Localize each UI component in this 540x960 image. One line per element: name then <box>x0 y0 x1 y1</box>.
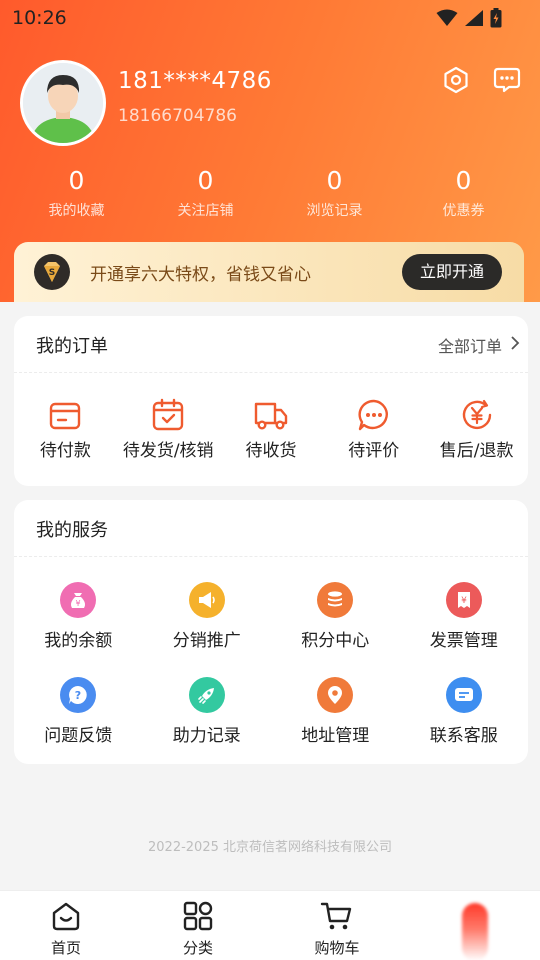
order-label: 待评价 <box>348 441 400 461</box>
vip-diamond-icon: S <box>34 254 70 290</box>
service-label: 发票管理 <box>429 631 498 651</box>
services-card: 我的服务 ¥ 我的余额 分销推广 积分中心 ¥ 发票管理 ? 问题反馈 助力记录 <box>14 500 528 764</box>
service-balance[interactable]: ¥ 我的余额 <box>14 582 143 651</box>
svg-text:¥: ¥ <box>76 599 81 608</box>
tab-home[interactable]: 首页 <box>21 901 111 958</box>
stat-label: 我的收藏 <box>48 203 105 219</box>
tab-label: 分类 <box>182 939 213 957</box>
bottom-tab-bar: 首页 分类 购物车 <box>0 890 540 960</box>
all-orders-link[interactable]: 全部订单 <box>437 333 520 357</box>
yen-refund-icon <box>462 399 491 430</box>
wifi-icon <box>436 9 458 26</box>
location-pin-icon <box>317 677 354 713</box>
order-label: 售后/退款 <box>439 441 514 461</box>
service-promotion[interactable]: 分销推广 <box>143 582 272 651</box>
stat-label: 优惠券 <box>442 203 485 219</box>
tab-label: 购物车 <box>314 939 360 957</box>
money-bag-icon: ¥ <box>60 582 97 618</box>
service-address[interactable]: 地址管理 <box>271 677 400 746</box>
stat-value: 0 <box>197 166 214 195</box>
vip-banner[interactable]: S 开通享六大特权，省钱又省心 立即开通 <box>14 242 524 302</box>
tab-category[interactable]: 分类 <box>153 901 243 958</box>
message-icon[interactable] <box>493 66 521 94</box>
tab-mine-indicator[interactable] <box>462 903 488 960</box>
services-grid: ¥ 我的余额 分销推广 积分中心 ¥ 发票管理 ? 问题反馈 助力记录 地址管理 <box>14 582 528 746</box>
order-pending-review[interactable]: 待评价 <box>322 396 425 461</box>
stat-value: 0 <box>326 166 343 195</box>
invoice-icon: ¥ <box>445 582 482 618</box>
service-invoice[interactable]: ¥ 发票管理 <box>400 582 529 651</box>
service-label: 助力记录 <box>172 726 241 746</box>
service-feedback[interactable]: ? 问题反馈 <box>14 677 143 746</box>
chat-dots-icon <box>358 399 388 431</box>
stat-browse-history[interactable]: 0 浏览记录 <box>270 166 399 220</box>
service-points[interactable]: 积分中心 <box>271 582 400 651</box>
status-bar: 10:26 <box>0 0 540 36</box>
order-pending-receipt[interactable]: 待收货 <box>220 396 323 461</box>
order-label: 待发货/核销 <box>122 441 214 461</box>
stat-label: 浏览记录 <box>306 203 363 219</box>
status-icons <box>436 8 502 28</box>
vip-promo-text: 开通享六大特权，省钱又省心 <box>90 265 311 285</box>
order-pending-shipment[interactable]: 待发货/核销 <box>117 396 220 461</box>
user-avatar-icon <box>23 63 103 143</box>
settings-icon[interactable] <box>442 66 470 94</box>
stat-value: 0 <box>68 166 85 195</box>
service-label: 地址管理 <box>301 726 370 746</box>
category-icon <box>183 901 213 931</box>
all-orders-label: 全部订单 <box>437 337 502 356</box>
copyright-text: 2022-2025 北京荷信茗网络科技有限公司 <box>148 840 392 855</box>
stats-row: 0 我的收藏 0 关注店铺 0 浏览记录 0 优惠券 <box>12 166 528 220</box>
service-label: 联系客服 <box>429 726 498 746</box>
svg-text:?: ? <box>75 689 81 702</box>
signal-icon <box>465 10 483 26</box>
chat-card-icon <box>445 677 482 713</box>
stat-value: 0 <box>455 166 472 195</box>
status-time: 10:26 <box>12 7 67 29</box>
order-pending-payment[interactable]: 待付款 <box>14 396 117 461</box>
user-phone-masked: 181****4786 <box>118 68 272 94</box>
order-status-row: 待付款 待发货/核销 待收货 待评价 售后/退款 <box>14 396 528 461</box>
chevron-right-icon <box>511 336 520 350</box>
stat-favorites[interactable]: 0 我的收藏 <box>12 166 141 220</box>
card-divider <box>14 372 528 373</box>
service-label: 分销推广 <box>172 631 241 651</box>
tab-cart[interactable]: 购物车 <box>292 901 382 958</box>
question-icon: ? <box>60 677 97 713</box>
card-divider <box>14 556 528 557</box>
avatar[interactable] <box>20 60 106 146</box>
service-label: 问题反馈 <box>44 726 113 746</box>
order-label: 待收货 <box>245 441 297 461</box>
home-icon <box>52 902 80 931</box>
svg-text:¥: ¥ <box>461 596 467 606</box>
coins-icon <box>317 582 354 618</box>
stat-label: 关注店铺 <box>177 203 234 219</box>
service-label: 积分中心 <box>301 631 370 651</box>
orders-title: 我的订单 <box>36 336 108 357</box>
truck-icon <box>254 402 288 430</box>
service-label: 我的余额 <box>44 631 113 651</box>
battery-icon <box>490 8 502 28</box>
calendar-check-icon <box>152 398 184 431</box>
stat-coupons[interactable]: 0 优惠券 <box>399 166 528 220</box>
svg-text:S: S <box>49 268 55 278</box>
rocket-icon <box>188 677 225 713</box>
cart-icon <box>320 902 352 930</box>
service-boost-records[interactable]: 助力记录 <box>143 677 272 746</box>
user-phone-number: 18166704786 <box>118 106 237 126</box>
orders-card: 我的订单 全部订单 待付款 待发货/核销 待收货 待评价 售后/退款 <box>14 316 528 486</box>
vip-open-button[interactable]: 立即开通 <box>402 254 502 290</box>
order-after-sales[interactable]: 售后/退款 <box>425 396 528 461</box>
services-title: 我的服务 <box>36 520 108 541</box>
stat-followed-shops[interactable]: 0 关注店铺 <box>141 166 270 220</box>
wallet-icon <box>50 402 81 430</box>
tab-label: 首页 <box>50 939 81 957</box>
order-label: 待付款 <box>39 441 91 461</box>
service-customer-support[interactable]: 联系客服 <box>400 677 529 746</box>
megaphone-icon <box>188 582 225 618</box>
